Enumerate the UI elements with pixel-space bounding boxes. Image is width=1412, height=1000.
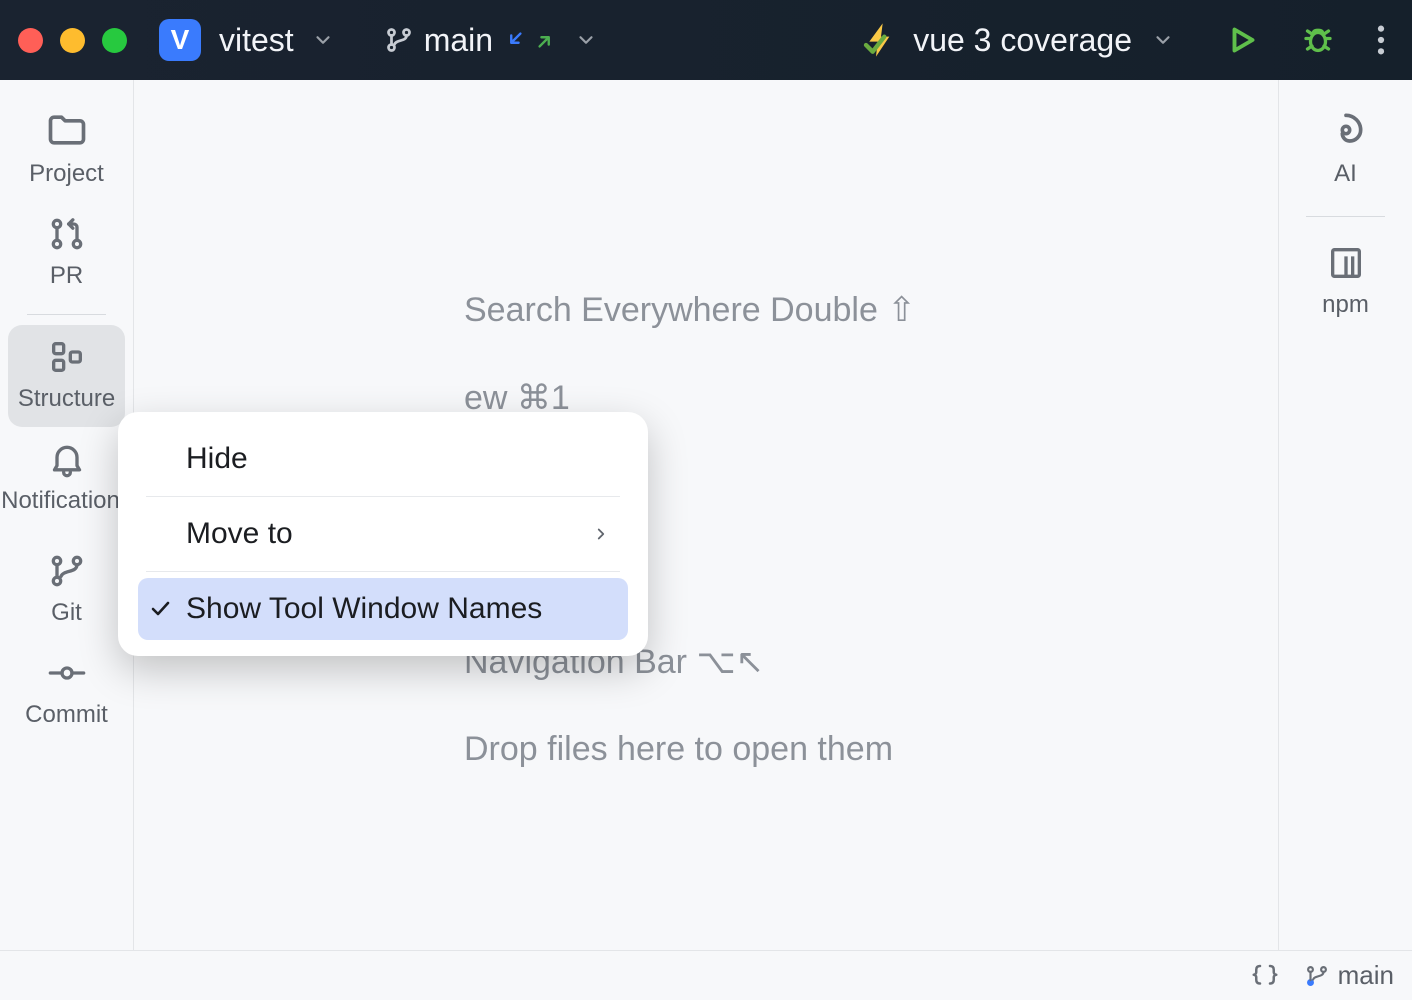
vcs-branch-selector[interactable]: main: [384, 22, 597, 59]
tool-window-label: AI: [1334, 160, 1357, 188]
code-braces-icon[interactable]: [1250, 961, 1280, 991]
status-bar: main: [0, 950, 1412, 1000]
debug-button[interactable]: [1300, 22, 1336, 58]
chevron-down-icon: [312, 29, 334, 51]
divider: [1306, 216, 1386, 217]
tool-window-label: npm: [1322, 291, 1369, 319]
status-branch-name: main: [1338, 960, 1394, 991]
tool-window-context-menu: Hide Move to Show Tool Window Names: [118, 412, 648, 656]
ai-spiral-icon: [1324, 108, 1368, 152]
run-configuration-selector[interactable]: vue 3 coverage: [861, 20, 1174, 60]
check-icon: [148, 597, 172, 621]
divider: [27, 314, 107, 315]
left-tool-window-strip: Project PR Structure: [0, 80, 134, 950]
chevron-down-icon: [1152, 29, 1174, 51]
project-selector[interactable]: V vitest: [159, 19, 334, 61]
tool-window-notifications[interactable]: Notifications: [0, 427, 133, 529]
run-button[interactable]: [1224, 22, 1260, 58]
incoming-arrow-icon: [503, 29, 525, 51]
tool-window-label: Commit: [25, 701, 108, 729]
context-menu-move-to[interactable]: Move to: [138, 503, 628, 565]
titlebar: V vitest main: [0, 0, 1412, 80]
tool-window-label: Structure: [18, 385, 115, 413]
context-menu-show-tool-window-names[interactable]: Show Tool Window Names: [138, 578, 628, 640]
project-name: vitest: [219, 22, 294, 59]
hint-search-everywhere: Search Everywhere Double ⇧: [464, 290, 916, 330]
chevron-right-icon: [592, 525, 610, 543]
tool-window-ai[interactable]: AI: [1279, 96, 1412, 202]
more-menu-button[interactable]: [1376, 23, 1386, 57]
npm-icon: [1326, 243, 1366, 283]
context-menu-hide[interactable]: Hide: [138, 428, 628, 490]
tool-window-structure[interactable]: Structure: [8, 325, 125, 427]
close-window-button[interactable]: [18, 28, 43, 53]
tool-window-npm[interactable]: npm: [1279, 231, 1412, 333]
minimize-window-button[interactable]: [60, 28, 85, 53]
structure-icon: [47, 337, 87, 377]
project-badge: V: [159, 19, 201, 61]
commit-icon: [47, 653, 87, 693]
zoom-window-button[interactable]: [102, 28, 127, 53]
divider: [146, 571, 620, 572]
titlebar-actions: [1224, 22, 1386, 58]
tool-window-git[interactable]: Git: [0, 539, 133, 641]
run-config-label: vue 3 coverage: [913, 22, 1132, 59]
branch-name: main: [424, 22, 493, 59]
context-menu-label: Move to: [186, 517, 293, 551]
tool-window-label: Notifications: [1, 487, 132, 515]
tool-window-project[interactable]: Project: [0, 96, 133, 202]
window-controls: [18, 28, 127, 53]
context-menu-label: Hide: [186, 442, 248, 476]
tool-window-commit[interactable]: Commit: [0, 641, 133, 743]
chevron-down-icon: [575, 29, 597, 51]
context-menu-label: Show Tool Window Names: [186, 592, 542, 626]
pull-request-icon: [47, 214, 87, 254]
git-branch-icon: [384, 25, 414, 55]
status-branch[interactable]: main: [1304, 960, 1394, 991]
tool-window-label: PR: [50, 262, 83, 290]
right-tool-window-strip: AI npm: [1278, 80, 1412, 950]
divider: [146, 496, 620, 497]
git-branch-icon: [47, 551, 87, 591]
tool-window-pr[interactable]: PR: [0, 202, 133, 304]
bell-icon: [47, 439, 87, 479]
git-branch-icon: [1304, 963, 1330, 989]
hint-drop-files: Drop files here to open them: [464, 730, 893, 769]
folder-icon: [45, 108, 89, 152]
tool-window-label: Git: [51, 599, 82, 627]
tool-window-label: Project: [29, 160, 104, 188]
outgoing-arrow-icon: [535, 29, 557, 51]
lightning-check-icon: [861, 20, 901, 60]
